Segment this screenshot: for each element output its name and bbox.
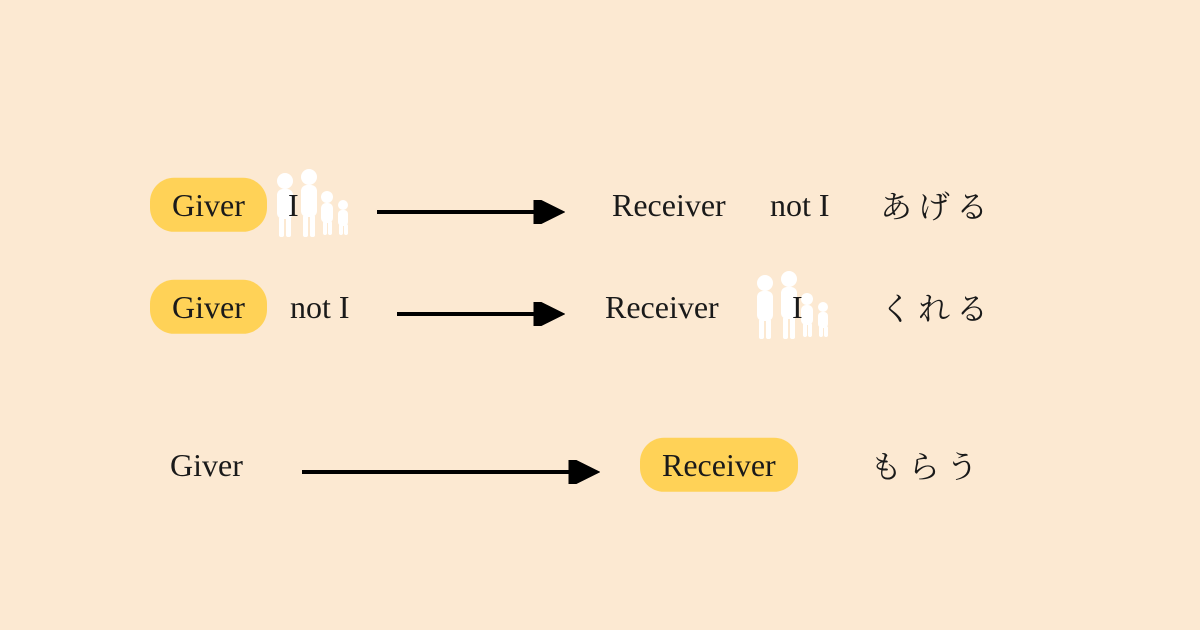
family-icon [265, 167, 355, 243]
arrow-icon [375, 200, 565, 229]
arrow-icon [395, 302, 565, 331]
receiver-label: Receiver [605, 288, 719, 326]
diagram-canvas: Giver [0, 0, 1200, 630]
row-kureru: Giver not I Receiver [0, 272, 1200, 342]
receiver-label: Receiver [640, 438, 798, 492]
receiver-person: I [792, 288, 803, 326]
verb-japanese: くれる [880, 284, 994, 330]
row-ageru: Giver [0, 170, 1200, 240]
receiver-label: Receiver [612, 186, 726, 224]
giver-label: Giver [170, 446, 243, 484]
verb-japanese: もらう [870, 442, 984, 488]
arrow-icon [300, 460, 600, 489]
giver-person: not I [290, 288, 350, 326]
family-icon [745, 269, 835, 345]
giver-label: Giver [150, 280, 267, 334]
giver-person: I [288, 186, 299, 224]
verb-japanese: あげる [880, 182, 994, 228]
giver-label: Giver [150, 178, 267, 232]
receiver-person: not I [770, 186, 830, 224]
row-morau: Giver Receiver もらう [0, 430, 1200, 500]
